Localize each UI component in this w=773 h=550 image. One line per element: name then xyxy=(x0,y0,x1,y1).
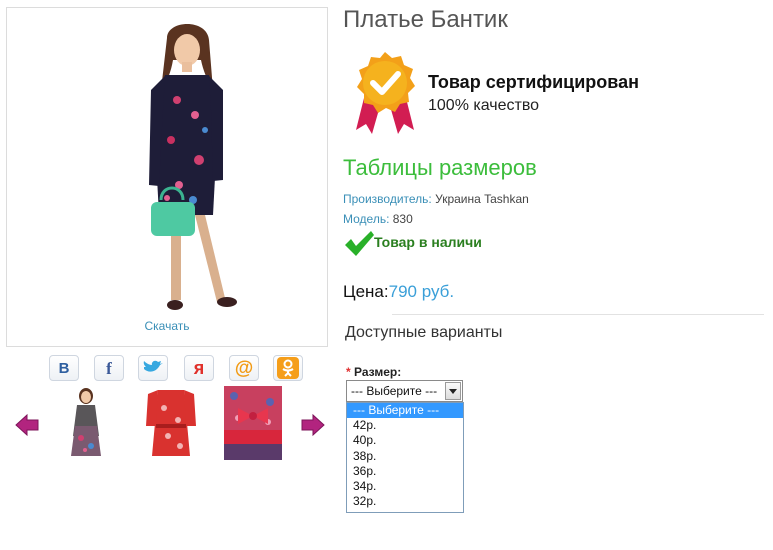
twitter-share-button[interactable] xyxy=(138,355,168,381)
prev-arrow-icon[interactable] xyxy=(14,413,40,437)
model-row: Модель: 830 xyxy=(343,212,413,226)
mail-share-button[interactable]: @ xyxy=(229,355,259,381)
product-photo xyxy=(149,24,237,310)
price-value: 790 руб. xyxy=(388,282,455,301)
thumbnail-3[interactable] xyxy=(224,386,282,460)
odnoklassniki-share-button[interactable] xyxy=(273,355,303,381)
size-option[interactable]: 42р. xyxy=(347,418,463,433)
size-option[interactable]: 38р. xyxy=(347,449,463,464)
thumbnail-1[interactable] xyxy=(57,386,115,460)
yandex-icon: я xyxy=(193,358,205,378)
dropdown-button[interactable] xyxy=(445,382,461,400)
manufacturer-row: Производитель: Украина Tashkan xyxy=(343,192,529,206)
mail-icon: @ xyxy=(234,357,254,379)
certified-title: Товар сертифицирован xyxy=(428,72,639,92)
size-option[interactable]: --- Выберите --- xyxy=(347,403,463,419)
download-link[interactable]: Скачать xyxy=(7,319,327,333)
divider xyxy=(392,314,764,315)
size-option[interactable]: 40р. xyxy=(347,433,463,448)
size-label-text: Размер: xyxy=(354,365,402,379)
size-select-value: --- Выберите --- xyxy=(351,384,438,398)
size-options-list[interactable]: --- Выберите --- 42р. 40р. 38р. 36р. 34р… xyxy=(346,402,464,513)
quality-subtitle: 100% качество xyxy=(428,97,540,114)
main-product-image[interactable]: Скачать xyxy=(6,7,328,347)
stock-status: Товар в наличи xyxy=(374,234,482,250)
size-field-label: * Размер: xyxy=(346,365,401,379)
thumbnail-2[interactable] xyxy=(142,386,200,460)
yandex-share-button[interactable]: я xyxy=(184,355,214,381)
next-arrow-icon[interactable] xyxy=(300,413,326,437)
price-label: Цена: xyxy=(343,282,389,301)
manufacturer-label: Производитель: xyxy=(343,192,432,206)
price-row: Цена:790 руб. xyxy=(343,282,454,302)
chevron-down-icon xyxy=(449,388,457,394)
facebook-icon: f xyxy=(106,358,112,378)
certified-badge-icon xyxy=(356,52,415,134)
model-label: Модель: xyxy=(343,212,390,226)
vk-icon: B xyxy=(58,359,70,377)
size-select[interactable]: --- Выберите --- xyxy=(346,380,463,402)
size-option[interactable]: 34р. xyxy=(347,479,463,494)
facebook-share-button[interactable]: f xyxy=(94,355,124,381)
variants-title: Доступные варианты xyxy=(345,324,503,341)
vk-share-button[interactable]: B xyxy=(49,355,79,381)
size-tables-link[interactable]: Таблицы размеров xyxy=(343,155,537,181)
size-option[interactable]: 32р. xyxy=(347,494,463,509)
model-value: 830 xyxy=(392,212,413,226)
odnoklassniki-icon xyxy=(277,357,299,379)
in-stock-check-icon xyxy=(345,231,374,256)
size-option[interactable]: 36р. xyxy=(347,464,463,479)
required-mark: * xyxy=(346,365,351,379)
twitter-icon xyxy=(143,360,163,372)
product-title: Платье Бантик xyxy=(343,6,508,33)
manufacturer-value: Украина Tashkan xyxy=(435,192,529,206)
